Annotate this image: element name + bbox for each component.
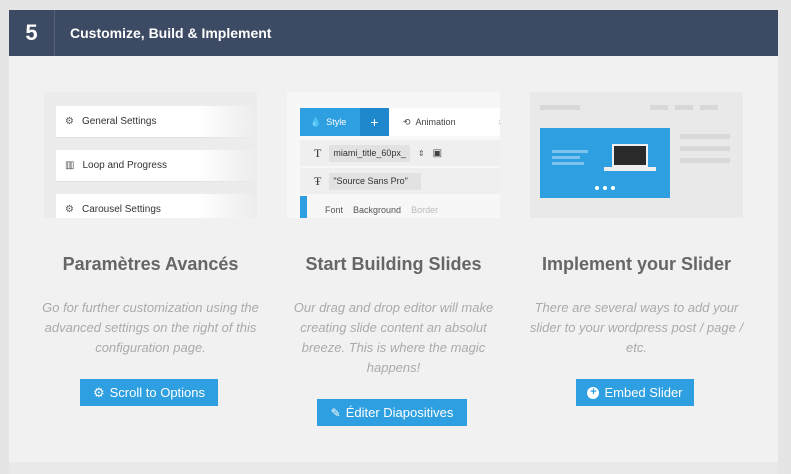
preview-tab-plus: +	[360, 108, 389, 136]
gear-icon: ⚙	[92, 384, 105, 400]
column-title: Start Building Slides	[305, 254, 482, 274]
step-number: 5	[9, 10, 55, 56]
slide-editor-preview: 💧 Style + ⟲ Animation ⇄ T miami_title_60…	[287, 92, 500, 218]
gears-icon: ⚙	[65, 116, 74, 127]
section-header: 5 Customize, Build & Implement	[9, 10, 778, 56]
pencil-icon: ✎	[330, 405, 341, 420]
preview-subtabs: Font Background Border	[325, 205, 439, 215]
font-icon: Ŧ	[314, 173, 322, 188]
advanced-settings-preview: ⚙ General Settings ▥ Loop and Progress ⚙…	[44, 92, 257, 218]
customize-panel: 5 Customize, Build & Implement ⚙ General…	[9, 10, 778, 474]
scroll-to-options-button[interactable]: ⚙ Scroll to Options	[80, 379, 218, 406]
laptop-icon	[612, 144, 648, 167]
preview-tab-extra: ⇄	[489, 108, 500, 136]
column-title: Paramètres Avancés	[62, 254, 239, 274]
preview-class-field: miami_title_60px_	[329, 144, 410, 162]
history-icon: ⟲	[403, 116, 411, 127]
section-title: Customize, Build & Implement	[70, 25, 272, 41]
preview-tab-style: 💧 Style	[300, 108, 360, 136]
chart-icon: ▥	[65, 160, 75, 171]
slider-preview	[540, 128, 670, 198]
column-description: There are several ways to add your slide…	[529, 300, 744, 355]
preview-tab-animation: ⟲ Animation	[389, 108, 489, 136]
embed-preview	[530, 92, 743, 218]
plus-circle-icon: +	[587, 386, 600, 399]
column-description: Our drag and drop editor will make creat…	[293, 300, 494, 375]
preview-font-field: "Source Sans Pro"	[329, 172, 422, 190]
drop-icon: 💧	[310, 116, 322, 127]
column-description: Go for further customization using the a…	[42, 300, 259, 355]
sort-icon: ⇕	[417, 148, 425, 158]
edit-slides-button[interactable]: ✎ Éditer Diapositives	[317, 399, 467, 426]
preview-font-row: Ŧ "Source Sans Pro"	[300, 168, 500, 194]
text-icon: T	[314, 145, 322, 160]
loop-icon: ⇄	[499, 117, 500, 128]
embed-slider-button[interactable]: + Embed Slider	[576, 379, 694, 406]
column-title: Implement your Slider	[541, 254, 732, 274]
gears-icon: ⚙	[65, 204, 74, 215]
preview-class-row: T miami_title_60px_ ⇕ ▣	[300, 140, 500, 166]
save-icon: ▣	[432, 147, 443, 159]
